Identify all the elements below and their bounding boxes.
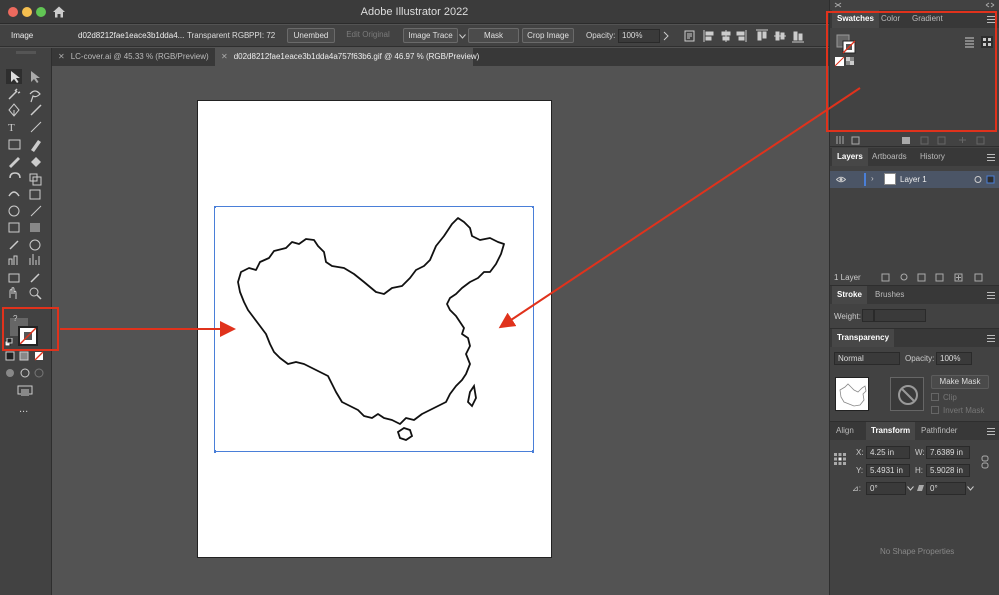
tab-layers[interactable]: Layers	[832, 148, 868, 166]
tab-transform[interactable]: Transform	[866, 422, 916, 440]
mask-button[interactable]: Mask	[468, 28, 519, 43]
shear-dropdown-icon[interactable]	[967, 486, 974, 491]
transparency-opacity-label: Opacity:	[905, 354, 935, 363]
layer-color-bar	[864, 173, 866, 186]
clip-label: Clip	[943, 393, 957, 402]
opacity-field[interactable]: 100%	[618, 29, 660, 43]
object-thumbnail[interactable]	[835, 377, 869, 411]
layer-name[interactable]: Layer 1	[900, 175, 927, 184]
crop-image-button[interactable]: Crop Image	[522, 28, 574, 43]
no-mask-icon	[898, 385, 918, 405]
more-tools-button[interactable]: ...	[19, 403, 28, 415]
target-icon[interactable]	[974, 175, 996, 184]
opacity-arrow-icon[interactable]	[663, 31, 669, 41]
tab-align[interactable]: Align	[836, 422, 854, 440]
image-trace-button[interactable]: Image Trace	[403, 28, 458, 43]
image-trace-dropdown-icon[interactable]	[459, 34, 466, 39]
swatches-highlight-box	[826, 11, 997, 132]
artboard[interactable]	[197, 100, 552, 558]
mask-thumbnail[interactable]	[890, 377, 924, 411]
eye-icon[interactable]	[836, 176, 846, 183]
layer-thumbnail	[884, 173, 896, 185]
close-tab-icon[interactable]: ✕	[58, 52, 65, 61]
close-tab-icon[interactable]: ✕	[221, 52, 228, 61]
collapse-icon[interactable]	[834, 2, 842, 8]
h-label: H:	[915, 466, 923, 475]
panel-menu-icon[interactable]	[987, 292, 995, 299]
weight-field[interactable]	[874, 309, 926, 322]
x-field[interactable]: 4.25 in	[866, 446, 910, 459]
fill-stroke-highlight-box	[2, 307, 59, 351]
tab-gif-document[interactable]: ✕ d02d8212fae1eace3b1dda4a757f63b6.gif @ …	[215, 48, 479, 66]
tab-artboards[interactable]: Artboards	[872, 148, 907, 166]
layers-footer-icons[interactable]	[880, 272, 998, 282]
rotate-field[interactable]: 0°	[866, 482, 906, 495]
opacity-label: Opacity:	[586, 31, 616, 40]
w-field[interactable]: 7.6389 in	[926, 446, 970, 459]
invert-mask-checkbox[interactable]	[931, 406, 939, 414]
app-title: Adobe Illustrator 2022	[360, 6, 469, 18]
stroke-tab-bar: Stroke Brushes	[830, 286, 999, 304]
tab-brushes[interactable]: Brushes	[875, 286, 904, 304]
clip-checkbox[interactable]	[931, 393, 939, 401]
draw-mode-icons[interactable]	[5, 368, 45, 378]
w-label: W:	[915, 448, 925, 457]
tab-label: d02d8212fae1eace3b1dda4a757f63b6.gif @ 4…	[233, 52, 480, 61]
screen-mode-icon[interactable]	[17, 385, 33, 397]
constrain-proportions-icon[interactable]	[980, 455, 990, 469]
svg-text:T: T	[8, 122, 15, 134]
title-bar: Adobe Illustrator 2022	[0, 0, 829, 24]
china-map-image[interactable]	[214, 206, 534, 454]
transparency-opacity-field[interactable]: 100%	[936, 352, 972, 365]
panel-menu-icon[interactable]	[987, 154, 995, 161]
divider	[830, 146, 999, 147]
expand-icon[interactable]	[985, 2, 995, 8]
layers-tab-bar: Layers Artboards History	[830, 148, 999, 166]
weight-stepper[interactable]	[862, 309, 874, 322]
tab-history[interactable]: History	[920, 148, 945, 166]
shear-field[interactable]: 0°	[926, 482, 966, 495]
align-icons[interactable]	[684, 29, 804, 43]
object-type-label: Image	[11, 31, 34, 40]
y-field[interactable]: 5.4931 in	[866, 464, 910, 477]
tab-lc-cover[interactable]: ✕ LC-cover.ai @ 45.33 % (RGB/Preview)	[52, 48, 215, 66]
h-field[interactable]: 5.9028 in	[926, 464, 970, 477]
tab-label: LC-cover.ai @ 45.33 % (RGB/Preview)	[70, 52, 209, 61]
make-mask-button[interactable]: Make Mask	[931, 375, 989, 389]
layer-count: 1 Layer	[834, 273, 861, 282]
expand-arrow-icon[interactable]: ›	[871, 174, 874, 183]
transparency-tab-bar: Transparency	[830, 329, 999, 347]
invert-mask-label: Invert Mask	[943, 406, 985, 415]
tab-pathfinder[interactable]: Pathfinder	[921, 422, 957, 440]
swatches-footer-icons[interactable]	[836, 135, 996, 145]
tab-stroke[interactable]: Stroke	[832, 286, 867, 304]
angle-label: ⊿:	[852, 484, 861, 493]
canvas-area[interactable]	[52, 66, 829, 595]
edit-original-button[interactable]: Edit Original	[340, 28, 396, 43]
y-label: Y:	[856, 466, 864, 475]
rotate-dropdown-icon[interactable]	[907, 486, 914, 491]
blend-mode-select[interactable]: Normal	[834, 352, 900, 365]
control-bar: Image d02d8212fae1eace3b1dda4... Transpa…	[0, 25, 829, 47]
panel-menu-icon[interactable]	[987, 428, 995, 435]
unembed-button[interactable]: Unembed	[287, 28, 335, 43]
color-mode-icons[interactable]	[5, 351, 45, 361]
reference-point-icon[interactable]	[834, 453, 846, 465]
linked-filename[interactable]: d02d8212fae1eace3b1dda4...	[78, 31, 184, 40]
panel-menu-icon[interactable]	[987, 335, 995, 342]
transform-tab-bar: Align Transform Pathfinder	[830, 422, 999, 440]
layer-row[interactable]: › Layer 1	[830, 171, 999, 188]
no-shape-properties: No Shape Properties	[880, 547, 955, 556]
weight-label: Weight:	[834, 312, 861, 321]
color-mode: Transparent RGB	[187, 31, 250, 40]
tab-transparency[interactable]: Transparency	[832, 329, 895, 347]
shear-icon	[917, 485, 924, 491]
document-tab-bar: ✕ LC-cover.ai @ 45.33 % (RGB/Preview) ✕ d0…	[52, 48, 829, 66]
x-label: X:	[856, 448, 864, 457]
ppi-readout: PPI: 72	[249, 31, 276, 40]
